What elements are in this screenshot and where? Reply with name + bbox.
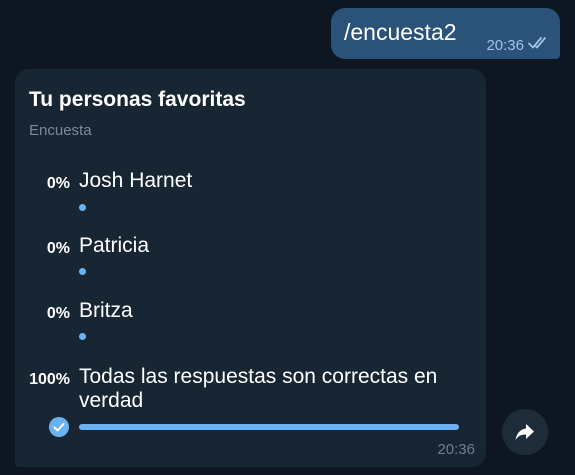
outgoing-message-text: /encuesta2 xyxy=(344,19,457,45)
outgoing-message-meta: 20:36 xyxy=(486,36,550,55)
poll-message-bubble: Tu personas favoritas Encuesta 0% Josh H… xyxy=(15,69,486,467)
poll-option-percent: 0% xyxy=(46,175,70,192)
poll-option-result-dot xyxy=(79,204,86,211)
double-check-icon xyxy=(528,36,550,55)
poll-option-result-bar xyxy=(79,424,459,430)
share-button[interactable] xyxy=(502,409,548,455)
poll-option-percent: 100% xyxy=(29,371,70,388)
poll-type-label: Encuesta xyxy=(29,122,92,139)
poll-option-result-fill xyxy=(79,424,459,430)
poll-option-result-dot xyxy=(79,333,86,340)
outgoing-message-bubble[interactable]: /encuesta2 20:36 xyxy=(331,8,560,59)
poll-option-label: Patricia xyxy=(79,234,150,257)
poll-option-percent: 0% xyxy=(46,305,70,322)
poll-option-label: Josh Harnet xyxy=(79,169,193,192)
poll-option-label: Britza xyxy=(79,299,133,322)
poll-option-result-dot xyxy=(79,268,86,275)
poll-message-time: 20:36 xyxy=(437,441,475,458)
poll-option-label: Todas las respuestas son correctas en ve… xyxy=(79,365,438,412)
outgoing-message-time: 20:36 xyxy=(486,37,524,54)
chosen-check-icon xyxy=(49,417,69,437)
share-arrow-icon xyxy=(513,421,537,443)
poll-title: Tu personas favoritas xyxy=(29,88,246,111)
poll-option-percent: 0% xyxy=(46,240,70,257)
